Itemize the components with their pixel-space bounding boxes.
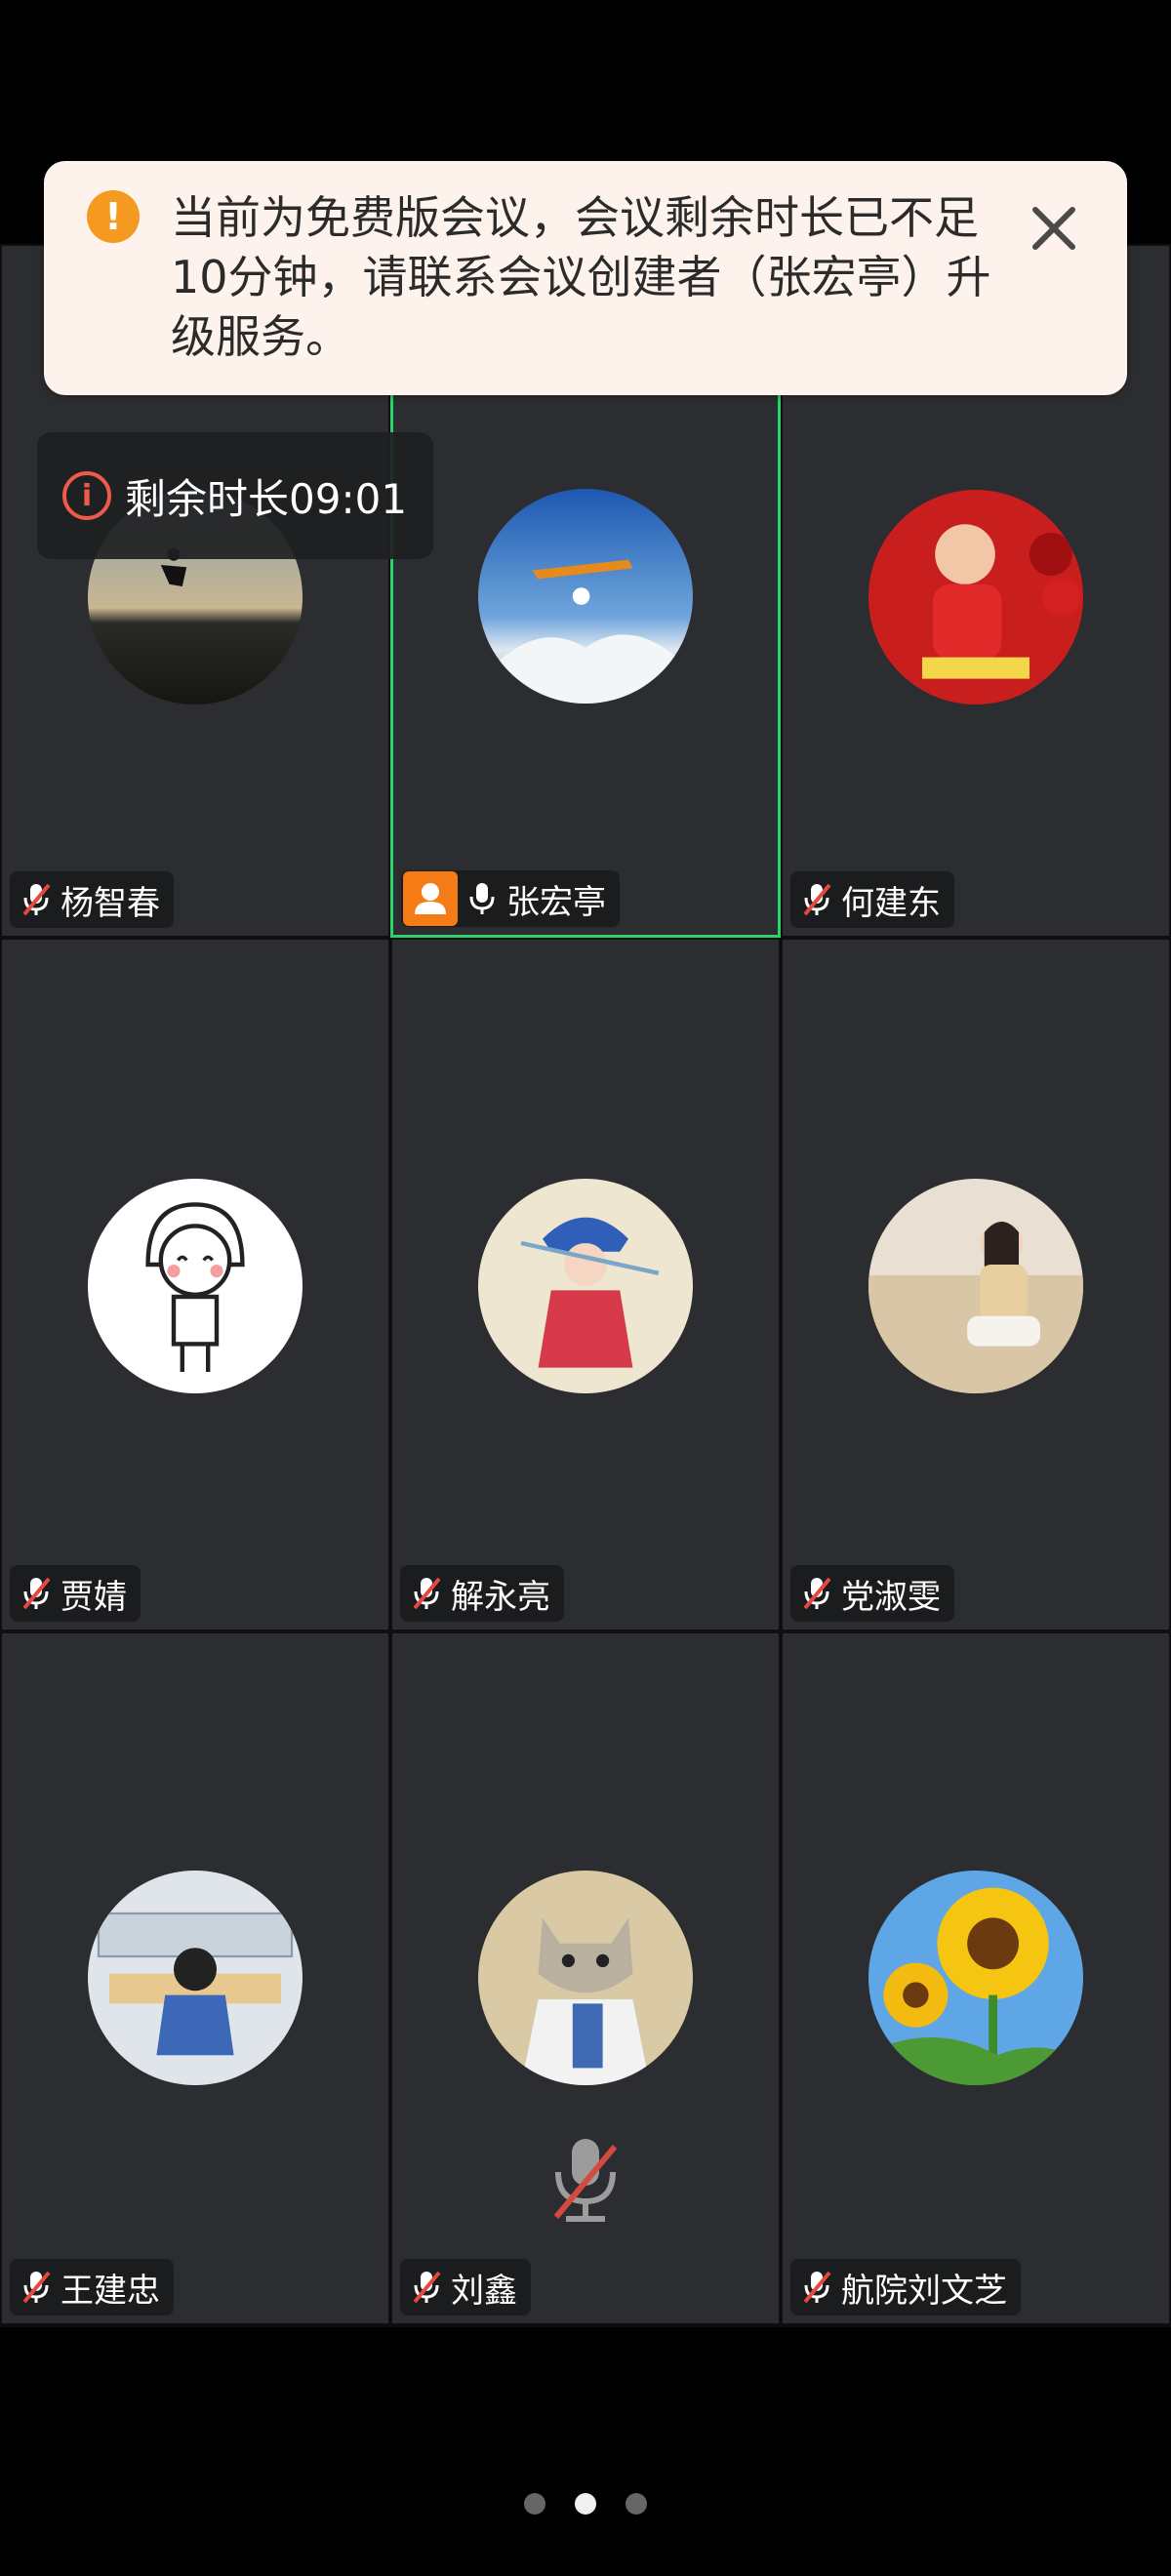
- participant-name: 贾婧: [61, 1577, 127, 1617]
- participant-name: 航院刘文芝: [841, 2271, 1007, 2311]
- participant-tile[interactable]: 解永亮: [390, 938, 781, 1631]
- participant-nametag: 杨智春: [10, 871, 174, 928]
- participant-nametag: 刘鑫: [400, 2259, 531, 2315]
- participant-nametag: 解永亮: [400, 1565, 564, 1622]
- participant-nametag: 张宏亭: [401, 870, 620, 927]
- avatar: [88, 1179, 303, 1393]
- mic-muted-icon[interactable]: [20, 1575, 53, 1612]
- mic-muted-icon[interactable]: [800, 2269, 833, 2306]
- participant-tile[interactable]: 贾婧: [0, 938, 390, 1631]
- mic-muted-icon[interactable]: [20, 2269, 53, 2306]
- avatar: [868, 490, 1083, 704]
- participant-name: 党淑雯: [841, 1577, 941, 1617]
- participant-nametag: 何建东: [790, 871, 954, 928]
- page-dot[interactable]: [626, 2493, 647, 2515]
- mic-muted-icon[interactable]: [800, 1575, 833, 1612]
- avatar: [868, 1871, 1083, 2085]
- free-meeting-warning-banner: ! 当前为免费版会议，会议剩余时长已不足10分钟，请联系会议创建者（张宏亭）升级…: [44, 161, 1127, 395]
- remaining-time-indicator: i 剩余时长09:01: [37, 432, 433, 559]
- page-dot-active[interactable]: [575, 2493, 596, 2515]
- remaining-time-text: 剩余时长09:01: [125, 474, 408, 523]
- participant-nametag: 王建忠: [10, 2259, 174, 2315]
- mic-muted-icon[interactable]: [800, 881, 833, 918]
- mic-muted-icon[interactable]: [20, 881, 53, 918]
- host-icon: [403, 871, 458, 926]
- mic-icon[interactable]: [465, 880, 499, 917]
- avatar: [88, 1871, 303, 2085]
- warning-icon: !: [87, 190, 140, 243]
- participant-name: 解永亮: [451, 1577, 550, 1617]
- participant-nametag: 党淑雯: [790, 1565, 954, 1622]
- page-indicator: [0, 2493, 1171, 2522]
- participant-nametag: 贾婧: [10, 1565, 141, 1622]
- mic-muted-icon[interactable]: [410, 1575, 443, 1612]
- avatar: [478, 1179, 693, 1393]
- participant-name: 张宏亭: [506, 882, 606, 922]
- mic-muted-icon[interactable]: [410, 2269, 443, 2306]
- info-icon: i: [62, 471, 111, 520]
- participant-name: 杨智春: [61, 883, 160, 923]
- participant-tile[interactable]: 航院刘文芝: [781, 1631, 1171, 2325]
- participant-name: 何建东: [841, 883, 941, 923]
- avatar: [478, 1871, 693, 2085]
- participant-tile[interactable]: 党淑雯: [781, 938, 1171, 1631]
- close-icon[interactable]: [1028, 202, 1080, 255]
- banner-message: 当前为免费版会议，会议剩余时长已不足10分钟，请联系会议创建者（张宏亭）升级服务…: [171, 191, 991, 363]
- mic-muted-large-icon: [553, 2139, 618, 2222]
- avatar: [478, 489, 693, 704]
- avatar: [868, 1179, 1083, 1393]
- page-dot[interactable]: [524, 2493, 545, 2515]
- participant-tile[interactable]: 王建忠: [0, 1631, 390, 2325]
- participant-nametag: 航院刘文芝: [790, 2259, 1021, 2315]
- participant-tile[interactable]: 刘鑫: [390, 1631, 781, 2325]
- participant-name: 王建忠: [61, 2271, 160, 2311]
- participant-name: 刘鑫: [451, 2271, 517, 2311]
